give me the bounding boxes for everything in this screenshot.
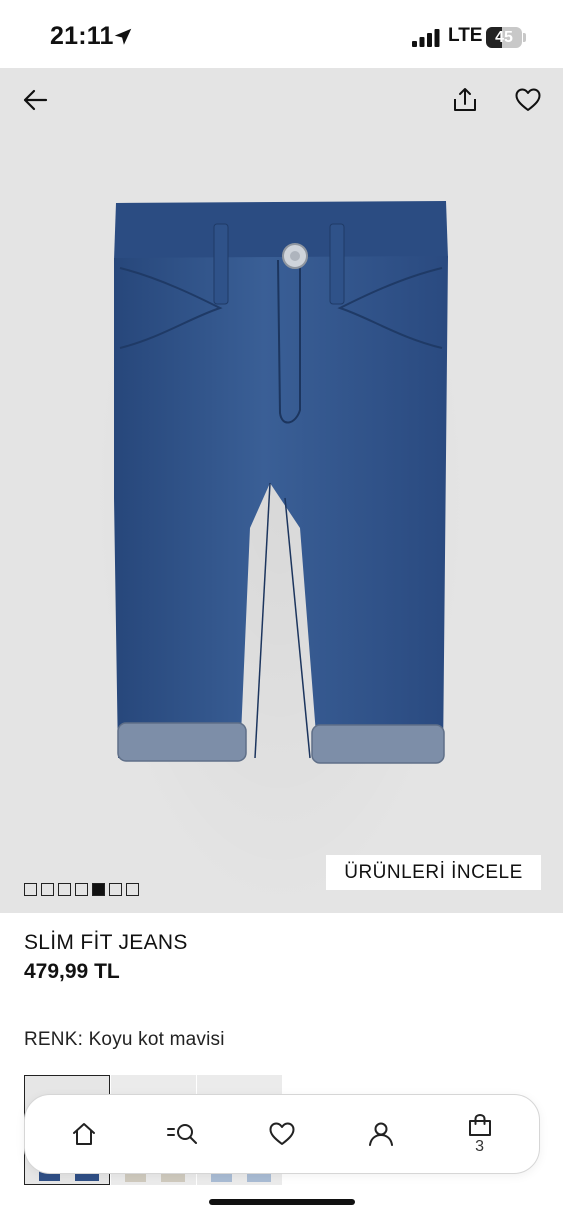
home-icon (73, 1123, 96, 1145)
arrow-left-icon (23, 89, 48, 111)
back-button[interactable] (15, 80, 55, 120)
status-time: 21:11 (50, 22, 114, 50)
nav-bag[interactable]: 3 (450, 1104, 510, 1164)
gallery-dot[interactable] (41, 883, 54, 896)
share-button[interactable] (445, 80, 485, 120)
search-icon (167, 1124, 198, 1144)
gallery-pagination[interactable] (24, 883, 139, 896)
battery-icon: 45 (486, 27, 522, 48)
network-type: LTE (448, 25, 483, 46)
color-label: RENK: (24, 1029, 84, 1050)
gallery-dot[interactable] (126, 883, 139, 896)
nav-search[interactable] (153, 1104, 213, 1164)
product-image (114, 201, 448, 764)
explore-products-button[interactable]: ÜRÜNLERİ İNCELE (326, 855, 541, 890)
favorite-button[interactable] (508, 80, 548, 120)
bag-count: 3 (475, 1138, 485, 1155)
battery-level: 45 (495, 29, 513, 46)
product-price: 479,99 TL (24, 960, 120, 983)
heart-icon (515, 88, 541, 111)
nav-favorites[interactable] (252, 1104, 312, 1164)
gallery-dot[interactable] (75, 883, 88, 896)
gallery-dot[interactable] (24, 883, 37, 896)
product-name: SLİM FİT JEANS (24, 931, 188, 954)
share-icon (454, 88, 476, 111)
shopping-bag-icon (468, 1113, 491, 1136)
cellular-signal-icon (412, 29, 440, 47)
location-arrow-icon (114, 28, 132, 45)
product-gallery[interactable]: ÜRÜNLERİ İNCELE (0, 68, 563, 913)
heart-icon (269, 1122, 295, 1145)
gallery-dot[interactable] (109, 883, 122, 896)
gallery-dot[interactable] (58, 883, 71, 896)
nav-account[interactable] (351, 1104, 411, 1164)
status-bar: 21:11 LTE 45 (0, 0, 563, 68)
user-icon (368, 1122, 393, 1146)
gallery-dot[interactable] (92, 883, 105, 896)
home-indicator (209, 1199, 355, 1205)
color-info: RENK: Koyu kot mavisi (24, 1029, 225, 1051)
bottom-navigation: 3 (24, 1094, 540, 1174)
battery-tip (523, 33, 526, 42)
nav-home[interactable] (54, 1104, 114, 1164)
color-value: Koyu kot mavisi (88, 1029, 225, 1050)
